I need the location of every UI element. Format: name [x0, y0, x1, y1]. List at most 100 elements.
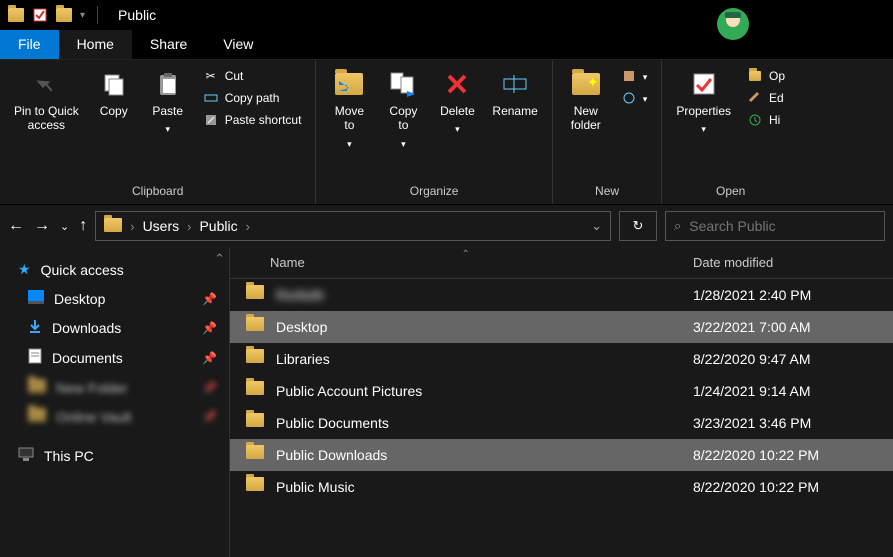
pc-icon	[18, 447, 34, 464]
window-title: Public	[118, 7, 156, 23]
open-button[interactable]: Op	[743, 66, 789, 86]
file-row[interactable]: Public Account Pictures 1/24/2021 9:14 A…	[230, 375, 893, 407]
search-box[interactable]: ⌕	[665, 211, 885, 241]
properties-button[interactable]: Properties ▾	[670, 64, 737, 139]
sidebar-desktop[interactable]: Desktop📌	[0, 284, 229, 313]
file-row[interactable]: Rorlioth 1/28/2021 2:40 PM	[230, 279, 893, 311]
back-button[interactable]: ←	[8, 217, 24, 235]
folder-icon	[8, 7, 24, 23]
content-area: ⌃ ★ Quick access Desktop📌 Downloads📌 Doc…	[0, 247, 893, 557]
sidebar-quick-access[interactable]: ★ Quick access	[0, 255, 229, 284]
folder-icon	[246, 349, 266, 369]
ribbon-group-new: ✦ New folder ▾ ▾ New	[553, 60, 663, 204]
paste-button[interactable]: Paste ▾	[143, 64, 193, 139]
documents-icon	[28, 348, 42, 367]
file-row[interactable]: Public Downloads 8/22/2020 10:22 PM	[230, 439, 893, 471]
pin-to-quick-access-button[interactable]: Pin to Quick access	[8, 64, 85, 137]
ribbon-group-open: Properties ▾ Op Ed Hi Open	[662, 60, 799, 204]
sidebar-this-pc[interactable]: This PC	[0, 441, 229, 470]
new-folder-button[interactable]: ✦ New folder	[561, 64, 611, 137]
edit-button[interactable]: Ed	[743, 88, 789, 108]
chevron-right-icon[interactable]: ›	[246, 219, 250, 234]
folder-icon	[246, 381, 266, 401]
folder-icon	[28, 379, 46, 396]
file-name: Public Documents	[276, 415, 693, 431]
refresh-button[interactable]: ↻	[619, 211, 657, 241]
file-date: 8/22/2020 10:22 PM	[693, 447, 893, 463]
file-date: 3/23/2021 3:46 PM	[693, 415, 893, 431]
file-date: 1/24/2021 9:14 AM	[693, 383, 893, 399]
chevron-right-icon[interactable]: ›	[187, 219, 191, 234]
chevron-down-icon: ▾	[455, 124, 460, 135]
move-to-icon	[333, 68, 365, 100]
folder-icon	[28, 408, 46, 425]
move-to-button[interactable]: Move to ▾	[324, 64, 374, 154]
folder-icon	[246, 317, 266, 337]
tab-home[interactable]: Home	[59, 30, 132, 59]
breadcrumb-users[interactable]: Users	[143, 218, 180, 234]
delete-button[interactable]: Delete ▾	[432, 64, 482, 139]
folder-icon	[246, 477, 266, 497]
forward-button[interactable]: →	[34, 217, 50, 235]
cut-button[interactable]: ✂Cut	[199, 66, 306, 86]
pin-icon: 📌	[202, 410, 217, 424]
file-name: Desktop	[276, 319, 693, 335]
rename-icon	[499, 68, 531, 100]
group-label-organize: Organize	[324, 182, 543, 200]
path-icon	[203, 90, 219, 106]
easy-access-button[interactable]: ▾	[617, 88, 652, 108]
pin-icon	[30, 68, 62, 100]
new-item-icon	[621, 68, 637, 84]
sidebar-item-hidden[interactable]: New Folder📌	[0, 373, 229, 402]
paste-shortcut-button[interactable]: Paste shortcut	[199, 110, 306, 130]
scroll-up-icon[interactable]: ⌃	[214, 251, 225, 267]
breadcrumb-public[interactable]: Public	[199, 218, 237, 234]
easy-access-icon	[621, 90, 637, 106]
file-date: 3/22/2021 7:00 AM	[693, 319, 893, 335]
file-row[interactable]: Desktop 3/22/2021 7:00 AM	[230, 311, 893, 343]
file-name: Libraries	[276, 351, 693, 367]
folder-icon	[246, 413, 266, 433]
sidebar-downloads[interactable]: Downloads📌	[0, 313, 229, 342]
file-name: Rorlioth	[276, 287, 693, 303]
qat-dropdown-icon[interactable]: ▾	[80, 10, 85, 21]
rename-button[interactable]: Rename	[486, 64, 543, 122]
tab-file[interactable]: File	[0, 30, 59, 59]
address-bar[interactable]: › Users › Public › ⌄	[95, 211, 611, 241]
group-label-new: New	[561, 182, 654, 200]
tab-view[interactable]: View	[205, 30, 271, 59]
tab-share[interactable]: Share	[132, 30, 205, 59]
paste-icon	[152, 68, 184, 100]
ribbon: Pin to Quick access Copy Paste ▾ ✂Cut Co…	[0, 60, 893, 205]
properties-quick-icon[interactable]	[32, 7, 48, 23]
search-input[interactable]	[689, 218, 876, 234]
titlebar: ▾ Public	[0, 0, 893, 30]
chevron-right-icon[interactable]: ›	[130, 219, 134, 234]
desktop-icon	[28, 290, 44, 307]
history-button[interactable]: Hi	[743, 110, 789, 130]
pin-icon: 📌	[202, 381, 217, 395]
open-icon	[747, 68, 763, 84]
sidebar-documents[interactable]: Documents📌	[0, 342, 229, 373]
copy-button[interactable]: Copy	[89, 64, 139, 122]
file-row[interactable]: Public Documents 3/23/2021 3:46 PM	[230, 407, 893, 439]
file-name: Public Downloads	[276, 447, 693, 463]
sidebar-item-hidden[interactable]: Online Vault📌	[0, 402, 229, 431]
chevron-down-icon: ▾	[701, 124, 706, 135]
column-date[interactable]: Date modified	[693, 255, 893, 270]
file-name: Public Music	[276, 479, 693, 495]
up-button[interactable]: ↑	[79, 217, 87, 235]
scissors-icon: ✂	[203, 68, 219, 84]
copy-path-button[interactable]: Copy path	[199, 88, 306, 108]
address-dropdown[interactable]: ⌄	[591, 218, 602, 234]
ribbon-group-organize: Move to ▾ Copy to ▾ Delete ▾ Rename Orga…	[316, 60, 552, 204]
file-row[interactable]: Libraries 8/22/2020 9:47 AM	[230, 343, 893, 375]
file-row[interactable]: Public Music 8/22/2020 10:22 PM	[230, 471, 893, 503]
column-name[interactable]: ⌃Name	[230, 255, 693, 270]
copy-to-button[interactable]: Copy to ▾	[378, 64, 428, 154]
recent-dropdown[interactable]: ⌄	[60, 220, 69, 233]
folder-icon	[246, 285, 266, 305]
new-item-button[interactable]: ▾	[617, 66, 652, 86]
ribbon-group-clipboard: Pin to Quick access Copy Paste ▾ ✂Cut Co…	[0, 60, 316, 204]
menubar: File Home Share View	[0, 30, 893, 60]
